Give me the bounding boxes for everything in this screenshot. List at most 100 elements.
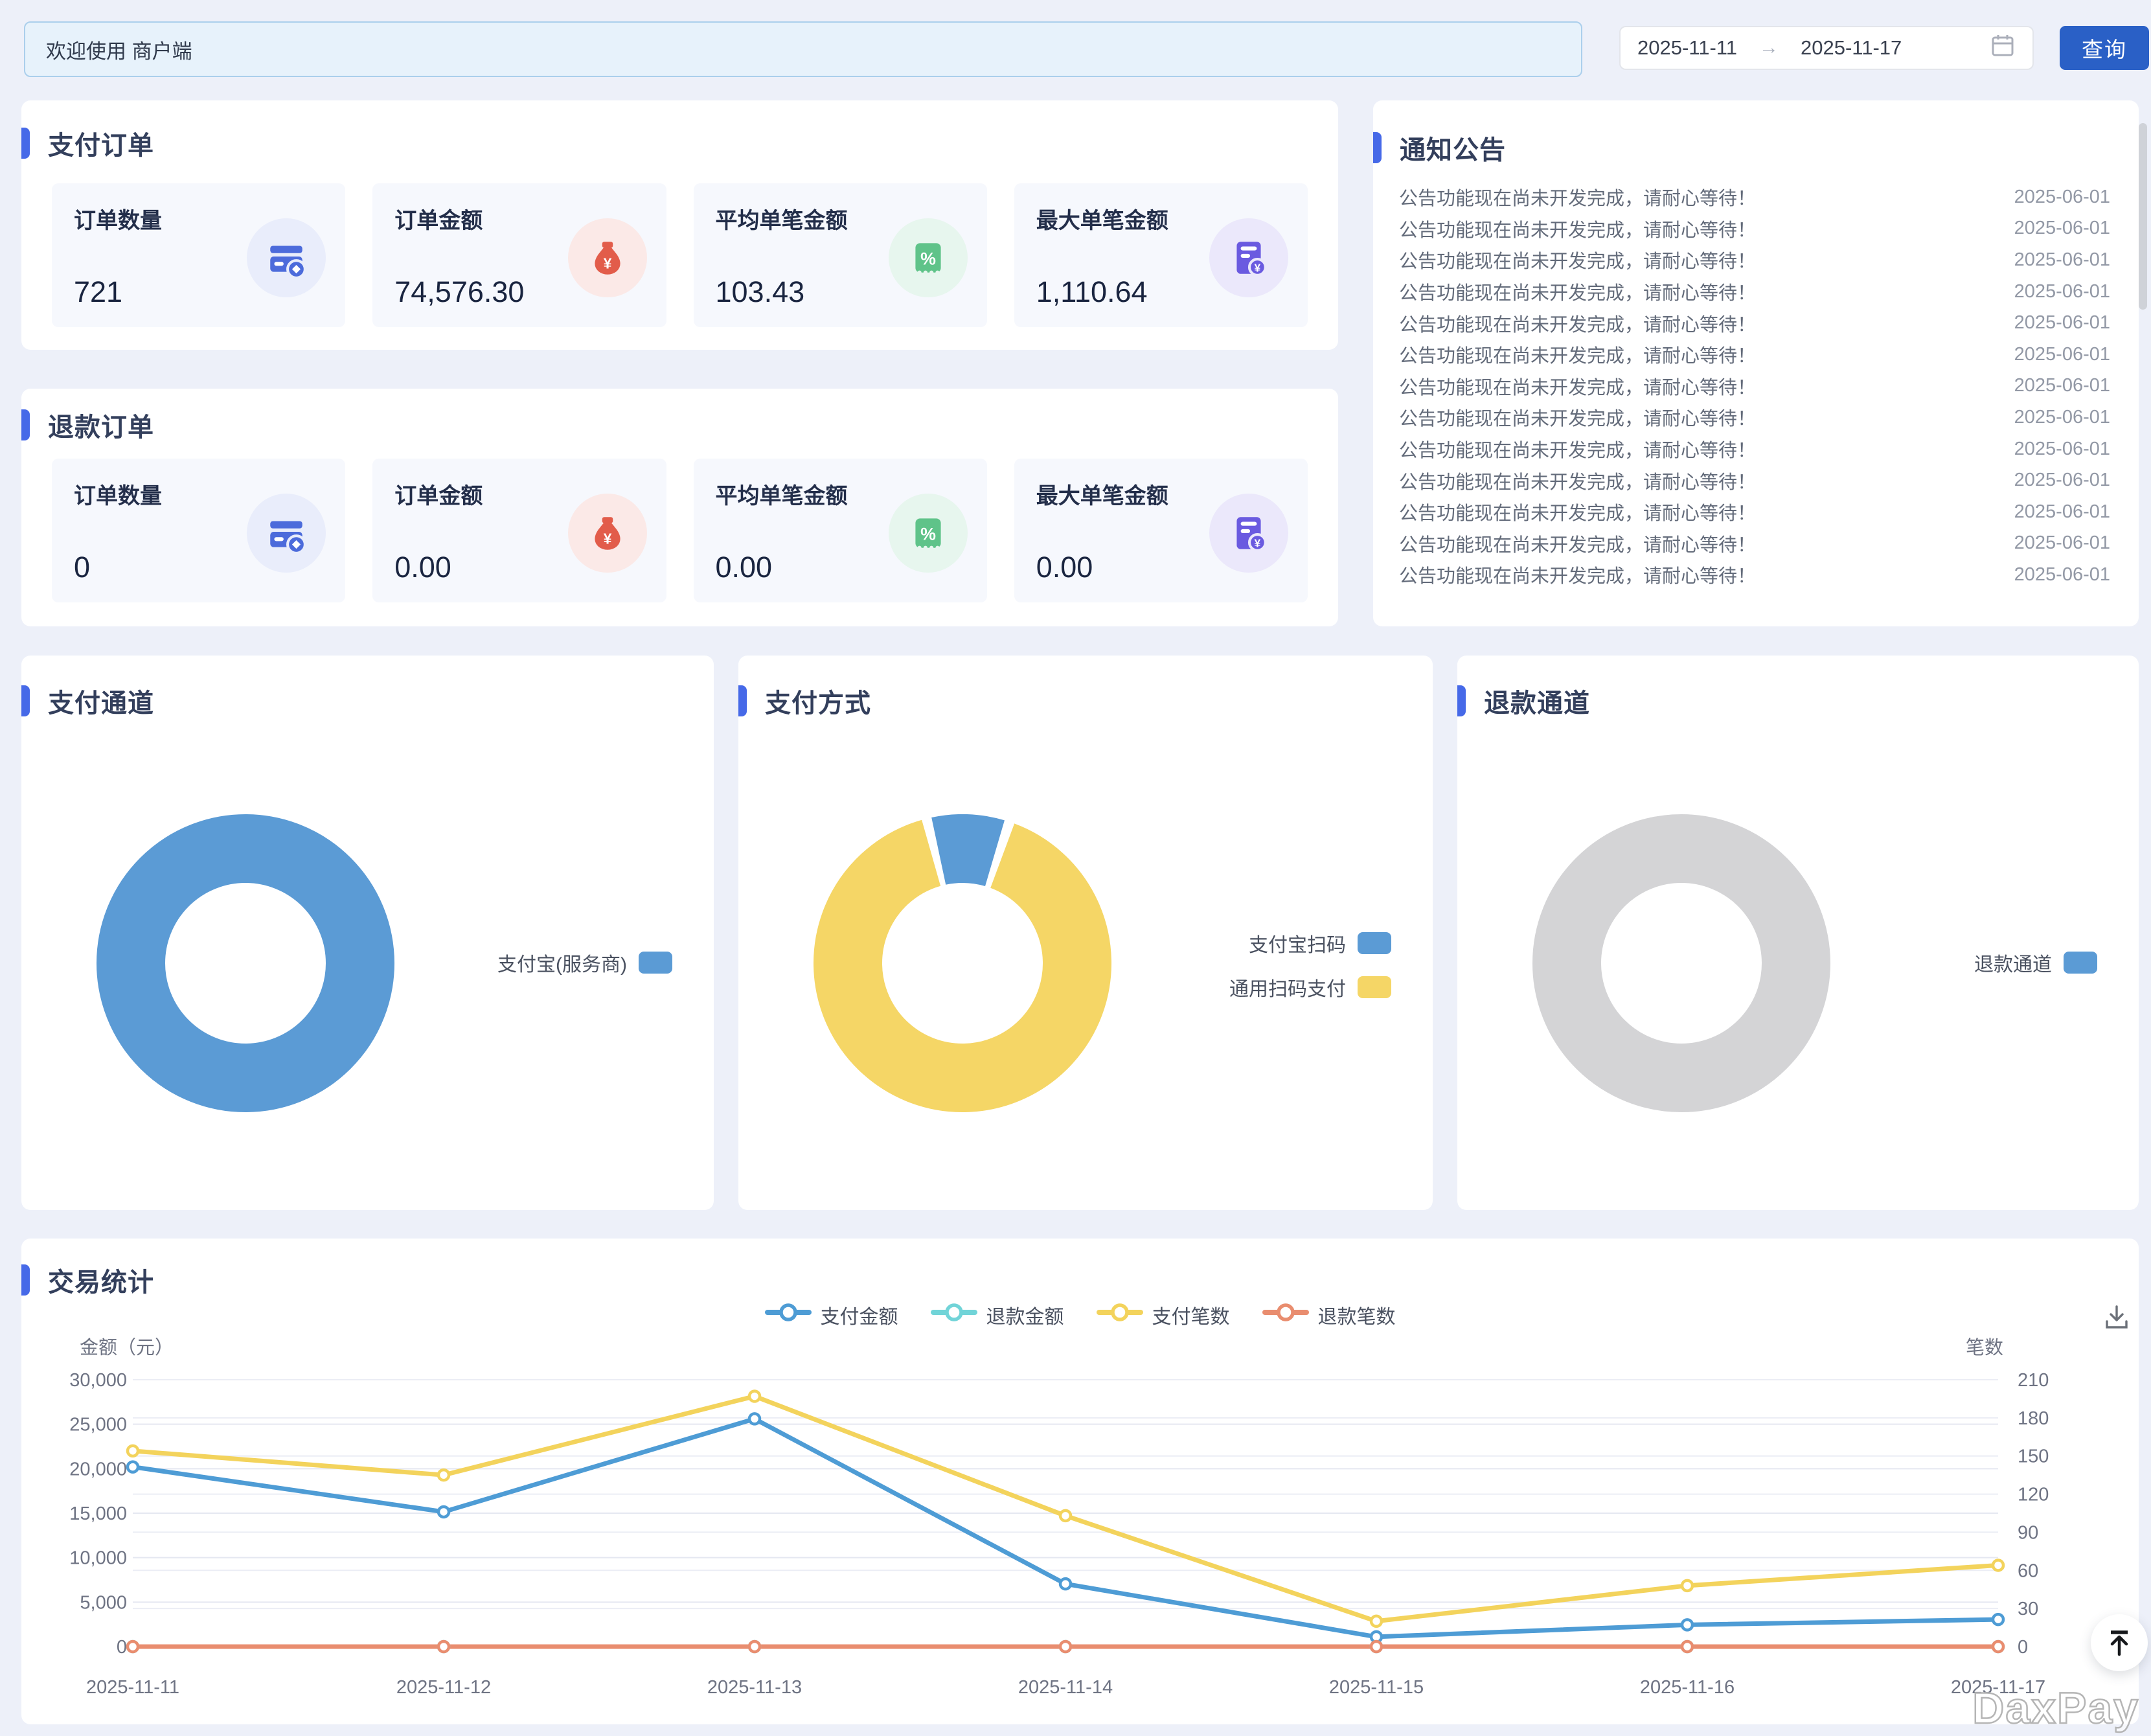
stat-value: 0.00 [394, 551, 451, 584]
data-point[interactable] [1060, 1579, 1071, 1589]
notice-date: 2025-06-01 [2014, 407, 2110, 428]
y-right-tick-label: 30 [2018, 1599, 2038, 1619]
section-accent-bar [1457, 685, 1466, 716]
data-point[interactable] [1371, 1641, 1382, 1652]
date-range-picker[interactable]: 2025-11-11 → 2025-11-17 [1619, 26, 2034, 70]
notice-row[interactable]: 公告功能现在尚未开发完成，请耐心等待！2025-06-01 [1399, 181, 2110, 213]
data-point[interactable] [1371, 1616, 1382, 1627]
money-bag-icon: ¥ [568, 494, 647, 573]
y-right-tick-label: 0 [2018, 1637, 2028, 1658]
data-point[interactable] [749, 1413, 760, 1424]
notice-row[interactable]: 公告功能现在尚未开发完成，请耐心等待！2025-06-01 [1399, 402, 2110, 433]
data-point[interactable] [438, 1641, 449, 1652]
notice-row[interactable]: 公告功能现在尚未开发完成，请耐心等待！ 2025-06-01 [1399, 276, 2110, 308]
donut-legend-label: 支付宝(服务商) [497, 948, 627, 977]
pay-orders-card: 支付订单 订单数量721 订单金额74,576.30 ¥ 平均单笔金额103.4… [21, 100, 1338, 350]
notice-row[interactable]: 公告功能现在尚未开发完成，请耐心等待！2025-06-01 [1399, 307, 2110, 339]
date-start[interactable]: 2025-11-11 [1637, 36, 1737, 60]
y-left-tick-label: 15,000 [69, 1503, 127, 1524]
donut-legend-item[interactable]: 通用扫码支付 [1229, 973, 1391, 1001]
notice-text: 公告功能现在尚未开发完成，请耐心等待！ [1399, 561, 1756, 588]
refund-stat-card-1: 订单金额0.00 ¥ [372, 459, 666, 602]
data-point[interactable] [1060, 1641, 1071, 1652]
refund-channel-header: 退款通道 [1457, 683, 1590, 719]
back-to-top-icon [2102, 1626, 2136, 1660]
date-end[interactable]: 2025-11-17 [1801, 36, 1902, 60]
notice-row[interactable]: 公告功能现在尚未开发完成，请耐心等待！2025-06-01 [1399, 433, 2110, 465]
notice-row[interactable]: 公告功能现在尚未开发完成，请耐心等待！2025-06-01 [1399, 213, 2110, 245]
data-point[interactable] [1993, 1560, 2003, 1570]
notice-row[interactable]: 公告功能现在尚未开发完成，请耐心等待！2025-06-01 [1399, 496, 2110, 528]
donut-legend-item[interactable]: 支付宝(服务商) [497, 948, 672, 977]
notice-text: 公告功能现在尚未开发完成，请耐心等待！ [1399, 215, 1756, 242]
data-point[interactable] [438, 1470, 449, 1480]
line-chart-plot: 金额（元）笔数05,00010,00015,00020,00025,00030,… [21, 1239, 2139, 1724]
pay-stat-card-2: 平均单笔金额103.43 % [694, 183, 987, 327]
refund-orders-card: 退款订单 订单数量0 订单金额0.00 ¥ 平均单笔金额0.00 % 最大单笔金… [21, 389, 1338, 626]
notice-date: 2025-06-01 [2014, 532, 2110, 554]
notice-row[interactable]: 公告功能现在尚未开发完成，请耐心等待！ 2025-06-01 [1399, 559, 2110, 591]
stat-value: 0 [74, 551, 90, 584]
notice-date: 2025-06-01 [2014, 281, 2110, 303]
money-bag-icon: ¥ [568, 218, 647, 297]
data-point[interactable] [128, 1462, 138, 1472]
pay-stat-card-1: 订单金额74,576.30 ¥ [372, 183, 666, 327]
donut-legend-item[interactable]: 支付宝扫码 [1229, 929, 1391, 957]
y-right-tick-label: 210 [2018, 1370, 2049, 1391]
stat-value: 721 [74, 275, 122, 309]
notice-text: 公告功能现在尚未开发完成，请耐心等待！ [1399, 341, 1756, 368]
percent-receipt-icon: % [889, 218, 968, 297]
donut-segment[interactable] [131, 849, 360, 1078]
pay-orders-header: 支付订单 [21, 125, 154, 161]
pay-stat-card-3: 最大单笔金额1,110.64 ¥ [1014, 183, 1308, 327]
data-point[interactable] [438, 1507, 449, 1517]
section-accent-bar [738, 685, 747, 716]
donut-legend-item[interactable]: 退款通道 [1974, 948, 2097, 977]
data-point[interactable] [1682, 1619, 1692, 1630]
data-point[interactable] [128, 1641, 138, 1652]
refund-stat-card-3: 最大单笔金额0.00 ¥ [1014, 459, 1308, 602]
notice-row[interactable]: 公告功能现在尚未开发完成，请耐心等待！2025-06-01 [1399, 339, 2110, 371]
page-scrollbar-thumb[interactable] [2139, 123, 2147, 310]
query-button-label: 查询 [2082, 32, 2127, 63]
notice-date: 2025-06-01 [2014, 312, 2110, 334]
query-button[interactable]: 查询 [2060, 26, 2149, 70]
back-to-top-button[interactable] [2091, 1614, 2148, 1671]
max-receipt-icon: ¥ [1209, 494, 1288, 573]
notice-date: 2025-06-01 [2014, 470, 2110, 491]
notice-date: 2025-06-01 [2014, 564, 2110, 586]
y-left-tick-label: 30,000 [69, 1370, 127, 1391]
svg-text:¥: ¥ [1255, 262, 1261, 275]
refund-orders-header: 退款订单 [21, 407, 154, 443]
notice-row[interactable]: 公告功能现在尚未开发完成，请耐心等待！2025-06-01 [1399, 528, 2110, 560]
data-point[interactable] [1993, 1641, 2003, 1652]
data-point[interactable] [1060, 1511, 1071, 1521]
stat-value: 103.43 [716, 275, 805, 309]
notice-row[interactable]: 公告功能现在尚未开发完成，请耐心等待！2025-06-01 [1399, 464, 2110, 496]
pay-orders-stat-row: 订单数量721 订单金额74,576.30 ¥ 平均单笔金额103.43 % 最… [52, 183, 1308, 327]
notice-date: 2025-06-01 [2014, 375, 2110, 396]
notice-list: 公告功能现在尚未开发完成，请耐心等待！ 2025-06-01 公告功能现在尚未开发完… [1399, 181, 2110, 591]
data-point[interactable] [749, 1641, 760, 1652]
y-right-axis-name: 笔数 [1966, 1337, 2003, 1358]
data-point[interactable] [128, 1446, 138, 1456]
data-point[interactable] [1682, 1581, 1692, 1591]
refund-channel-card: 退款通道 退款通道 [1457, 656, 2139, 1210]
notice-row[interactable]: 公告功能现在尚未开发完成，请耐心等待！2025-06-01 [1399, 244, 2110, 276]
notice-row[interactable]: 公告功能现在尚未开发完成，请耐心等待！2025-06-01 [1399, 371, 2110, 402]
svg-text:¥: ¥ [603, 531, 611, 547]
series-line-支付金额[interactable] [133, 1419, 1998, 1636]
credit-card-icon [247, 494, 326, 573]
y-left-tick-label: 25,000 [69, 1415, 127, 1435]
calendar-icon[interactable] [1990, 32, 2016, 63]
data-point[interactable] [1682, 1641, 1692, 1652]
data-point[interactable] [749, 1391, 760, 1402]
data-point[interactable] [1993, 1614, 2003, 1625]
notice-text: 公告功能现在尚未开发完成，请耐心等待！ [1399, 278, 1756, 305]
y-left-tick-label: 20,000 [69, 1459, 127, 1479]
donut-legend-swatch [2064, 952, 2097, 974]
svg-text:¥: ¥ [1255, 537, 1261, 550]
x-tick-label: 2025-11-15 [1329, 1677, 1424, 1698]
credit-card-icon [247, 218, 326, 297]
x-tick-label: 2025-11-13 [707, 1677, 802, 1698]
